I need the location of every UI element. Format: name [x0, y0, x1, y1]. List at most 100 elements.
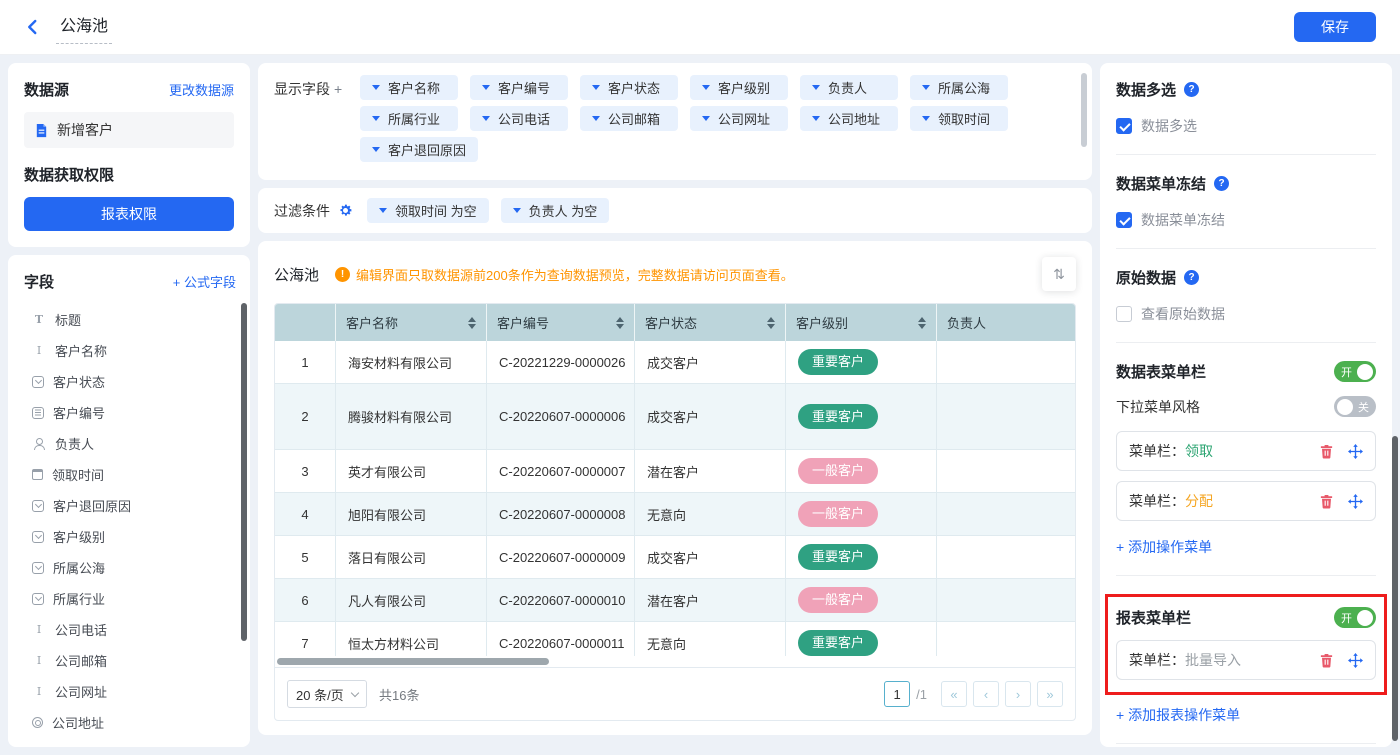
menu-bar-item[interactable]: 菜单栏： 领取	[1116, 431, 1376, 471]
level-badge: 一般客户	[798, 501, 878, 527]
field-item[interactable]: 客户状态	[24, 366, 236, 397]
field-item[interactable]: 客户编号	[24, 397, 236, 428]
help-icon[interactable]	[1184, 270, 1199, 285]
field-item[interactable]: 公司邮箱	[24, 645, 236, 676]
back-button[interactable]	[24, 18, 42, 36]
settings-scrollbar[interactable]	[1392, 436, 1398, 741]
help-icon[interactable]	[1184, 82, 1199, 97]
add-report-menu-link[interactable]: + 添加报表操作菜单	[1116, 705, 1240, 725]
display-field-tag[interactable]: 所属公海	[910, 75, 1008, 100]
report-permission-button[interactable]: 报表权限	[24, 197, 234, 231]
last-page-button[interactable]: »	[1037, 681, 1063, 707]
display-field-tag[interactable]: 所属行业	[360, 106, 458, 131]
page-size-value: 20 条/页	[296, 685, 344, 704]
filter-tag[interactable]: 领取时间 为空	[367, 198, 489, 223]
add-menu-link[interactable]: + 添加操作菜单	[1116, 537, 1212, 557]
field-item[interactable]: 所属公海	[24, 552, 236, 583]
field-item[interactable]: 客户退回原因	[24, 490, 236, 521]
display-field-tag[interactable]: 客户编号	[470, 75, 568, 100]
column-header[interactable]: 客户编号	[487, 304, 635, 341]
sort-carets-icon[interactable]	[912, 317, 926, 329]
change-datasource-link[interactable]: 更改数据源	[169, 80, 234, 99]
horizontal-scrollbar-thumb[interactable]	[277, 658, 549, 665]
column-header[interactable]: 负责人	[937, 304, 1075, 341]
page-title: 公海池	[56, 10, 112, 44]
field-item[interactable]: 公司电话	[24, 614, 236, 645]
display-field-tag[interactable]: 负责人	[800, 75, 898, 100]
sort-order-button[interactable]: ⇅	[1042, 257, 1076, 291]
trash-icon[interactable]	[1319, 444, 1334, 459]
column-header[interactable]: 客户级别	[786, 304, 937, 341]
caret-down-icon	[702, 85, 710, 90]
display-field-tag[interactable]: 公司网址	[690, 106, 788, 131]
caret-down-icon	[482, 116, 490, 121]
menu-freeze-checkbox[interactable]	[1116, 212, 1132, 228]
menu-bar-item[interactable]: 菜单栏： 批量导入	[1116, 640, 1376, 680]
field-item[interactable]: 联系人信息	[24, 738, 236, 739]
pagination: 20 条/页 共16条 1 /1 « ‹ › »	[275, 668, 1075, 720]
formula-field-link[interactable]: + 公式字段	[173, 272, 236, 291]
multi-select-checkbox[interactable]	[1116, 118, 1132, 134]
next-page-button[interactable]: ›	[1005, 681, 1031, 707]
first-page-button[interactable]: «	[941, 681, 967, 707]
page-number-input[interactable]: 1	[884, 681, 910, 707]
cell-row-number: 2	[275, 384, 336, 450]
display-field-tag[interactable]: 客户级别	[690, 75, 788, 100]
field-item[interactable]: 公司地址	[24, 707, 236, 738]
display-field-tag[interactable]: 公司地址	[800, 106, 898, 131]
raw-data-checkbox[interactable]	[1116, 306, 1132, 322]
display-field-tag[interactable]: 领取时间	[910, 106, 1008, 131]
table-title-row: 公海池 编辑界面只取数据源前200条作为查询数据预览，完整数据请访问页面查看。 …	[274, 253, 1076, 303]
filter-tag[interactable]: 负责人 为空	[501, 198, 610, 223]
column-header[interactable]: 客户状态	[635, 304, 786, 341]
field-item[interactable]: 所属行业	[24, 583, 236, 614]
display-field-tag[interactable]: 公司电话	[470, 106, 568, 131]
display-field-tag[interactable]: 客户名称	[360, 75, 458, 100]
table-header: 客户名称 客户编号 客户状态	[275, 304, 1075, 341]
field-type-icon	[32, 469, 43, 480]
datasource-item[interactable]: 新增客户	[24, 112, 234, 148]
left-sidebar: 数据源 更改数据源 新增客户 数据获取权限 报表权限 字段 + 公式字段	[8, 63, 250, 747]
display-field-tag[interactable]: 公司邮箱	[580, 106, 678, 131]
field-item[interactable]: 客户名称	[24, 335, 236, 366]
column-header[interactable]: 客户名称	[336, 304, 487, 341]
cell-owner	[937, 579, 1075, 622]
display-field-tag-label: 客户编号	[498, 78, 550, 97]
display-field-tag[interactable]: 客户状态	[580, 75, 678, 100]
cell-customer-name: 海安材料有限公司	[336, 341, 487, 384]
report-menu-toggle[interactable]: 开	[1334, 607, 1376, 628]
table-menu-toggle[interactable]: 开	[1334, 361, 1376, 382]
prev-page-button[interactable]: ‹	[973, 681, 999, 707]
gear-icon[interactable]	[338, 203, 353, 218]
field-item[interactable]: 领取时间	[24, 459, 236, 490]
page-size-select[interactable]: 20 条/页	[287, 680, 367, 708]
help-icon[interactable]	[1214, 176, 1229, 191]
field-item[interactable]: 客户级别	[24, 521, 236, 552]
trash-icon[interactable]	[1319, 494, 1334, 509]
field-item[interactable]: 标题	[24, 304, 236, 335]
datasource-item-label: 新增客户	[57, 120, 113, 140]
sort-carets-icon[interactable]	[761, 317, 775, 329]
save-button[interactable]: 保存	[1294, 12, 1376, 42]
display-fields-scrollbar[interactable]	[1081, 73, 1087, 147]
field-item[interactable]: 负责人	[24, 428, 236, 459]
add-display-field-button[interactable]: +	[334, 81, 342, 97]
sort-carets-icon[interactable]	[462, 317, 476, 329]
sort-carets-icon[interactable]	[610, 317, 624, 329]
menu-bar-item[interactable]: 菜单栏： 分配	[1116, 481, 1376, 521]
table-row: 7 恒太方材料公司 C-20220607-0000011 无意向 重要客户	[275, 622, 1075, 656]
fields-scrollbar[interactable]	[241, 303, 247, 641]
menu-freeze-checkbox-label: 数据菜单冻结	[1141, 210, 1225, 230]
move-icon[interactable]	[1348, 444, 1363, 459]
field-item-label: 客户编号	[53, 403, 105, 422]
preview-notice: 编辑界面只取数据源前200条作为查询数据预览，完整数据请访问页面查看。	[335, 265, 794, 284]
move-icon[interactable]	[1348, 653, 1363, 668]
trash-icon[interactable]	[1319, 653, 1334, 668]
toggle-knob	[1357, 610, 1373, 626]
display-field-tag[interactable]: 客户退回原因	[360, 137, 478, 162]
caret-down-icon	[812, 116, 820, 121]
table: 客户名称 客户编号 客户状态	[274, 303, 1076, 721]
move-icon[interactable]	[1348, 494, 1363, 509]
dropdown-style-toggle[interactable]: 关	[1334, 396, 1376, 417]
field-item[interactable]: 公司网址	[24, 676, 236, 707]
